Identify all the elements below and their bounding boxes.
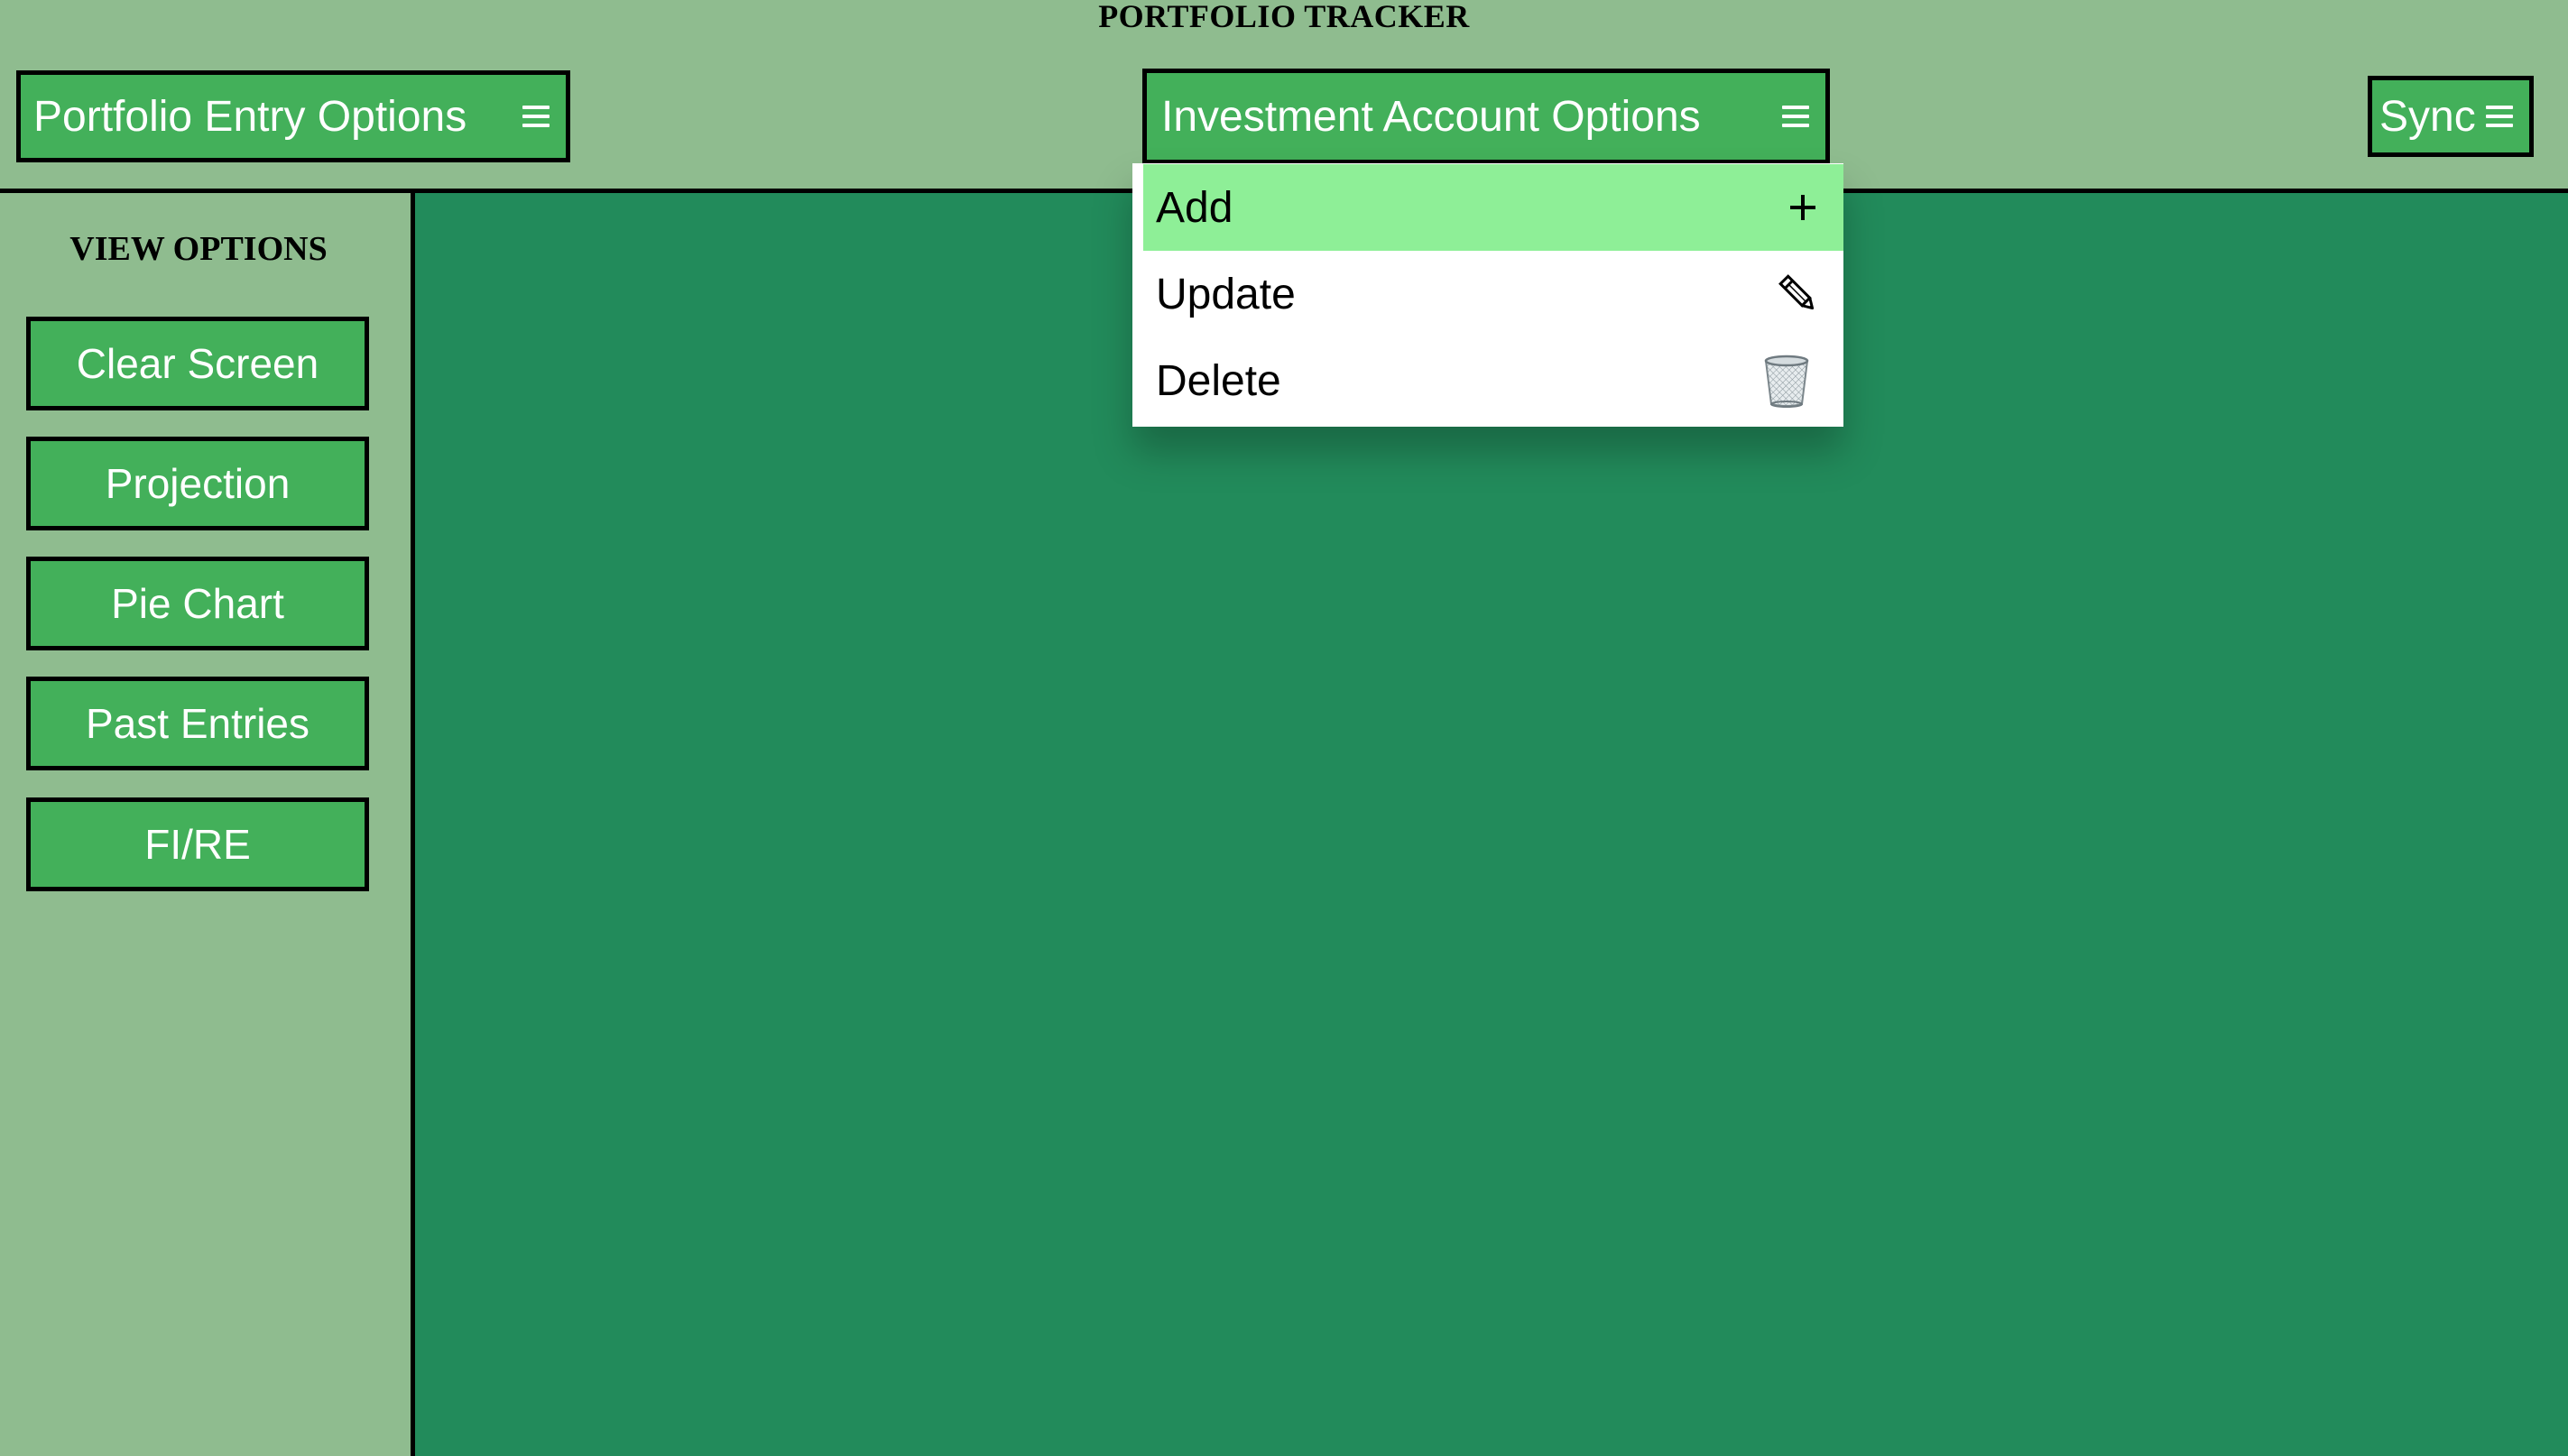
- hamburger-icon: [522, 106, 550, 127]
- pencil-icon: [1778, 272, 1818, 316]
- fire-button[interactable]: FI/RE: [26, 797, 369, 891]
- portfolio-entry-options-button[interactable]: Portfolio Entry Options: [16, 70, 570, 162]
- investment-account-options-label: Investment Account Options: [1161, 92, 1701, 141]
- view-options-sidebar: VIEW OPTIONS Clear Screen Projection Pie…: [0, 193, 415, 1456]
- sync-button[interactable]: Sync: [2368, 76, 2534, 157]
- wastebasket-icon: [1760, 354, 1813, 408]
- dropdown-item-add[interactable]: Add: [1143, 164, 1843, 251]
- hamburger-icon: [1782, 106, 1809, 127]
- dropdown-item-delete[interactable]: Delete: [1143, 337, 1843, 424]
- page-title: PORTFOLIO TRACKER: [1098, 0, 1470, 34]
- plus-icon: [1787, 192, 1818, 223]
- sync-label: Sync: [2379, 92, 2476, 141]
- investment-account-dropdown-menu: Add Update Delete: [1132, 163, 1843, 427]
- clear-screen-button[interactable]: Clear Screen: [26, 317, 369, 410]
- sidebar-title: VIEW OPTIONS: [69, 230, 328, 268]
- dropdown-item-label: Delete: [1156, 356, 1281, 405]
- dropdown-item-label: Add: [1156, 183, 1233, 232]
- projection-button[interactable]: Projection: [26, 437, 369, 530]
- hamburger-icon: [2486, 106, 2513, 127]
- pie-chart-button[interactable]: Pie Chart: [26, 557, 369, 650]
- investment-account-options-button[interactable]: Investment Account Options: [1142, 69, 1830, 164]
- portfolio-entry-options-label: Portfolio Entry Options: [33, 92, 467, 141]
- past-entries-button[interactable]: Past Entries: [26, 677, 369, 770]
- dropdown-item-label: Update: [1156, 270, 1296, 318]
- dropdown-item-update[interactable]: Update: [1143, 251, 1843, 337]
